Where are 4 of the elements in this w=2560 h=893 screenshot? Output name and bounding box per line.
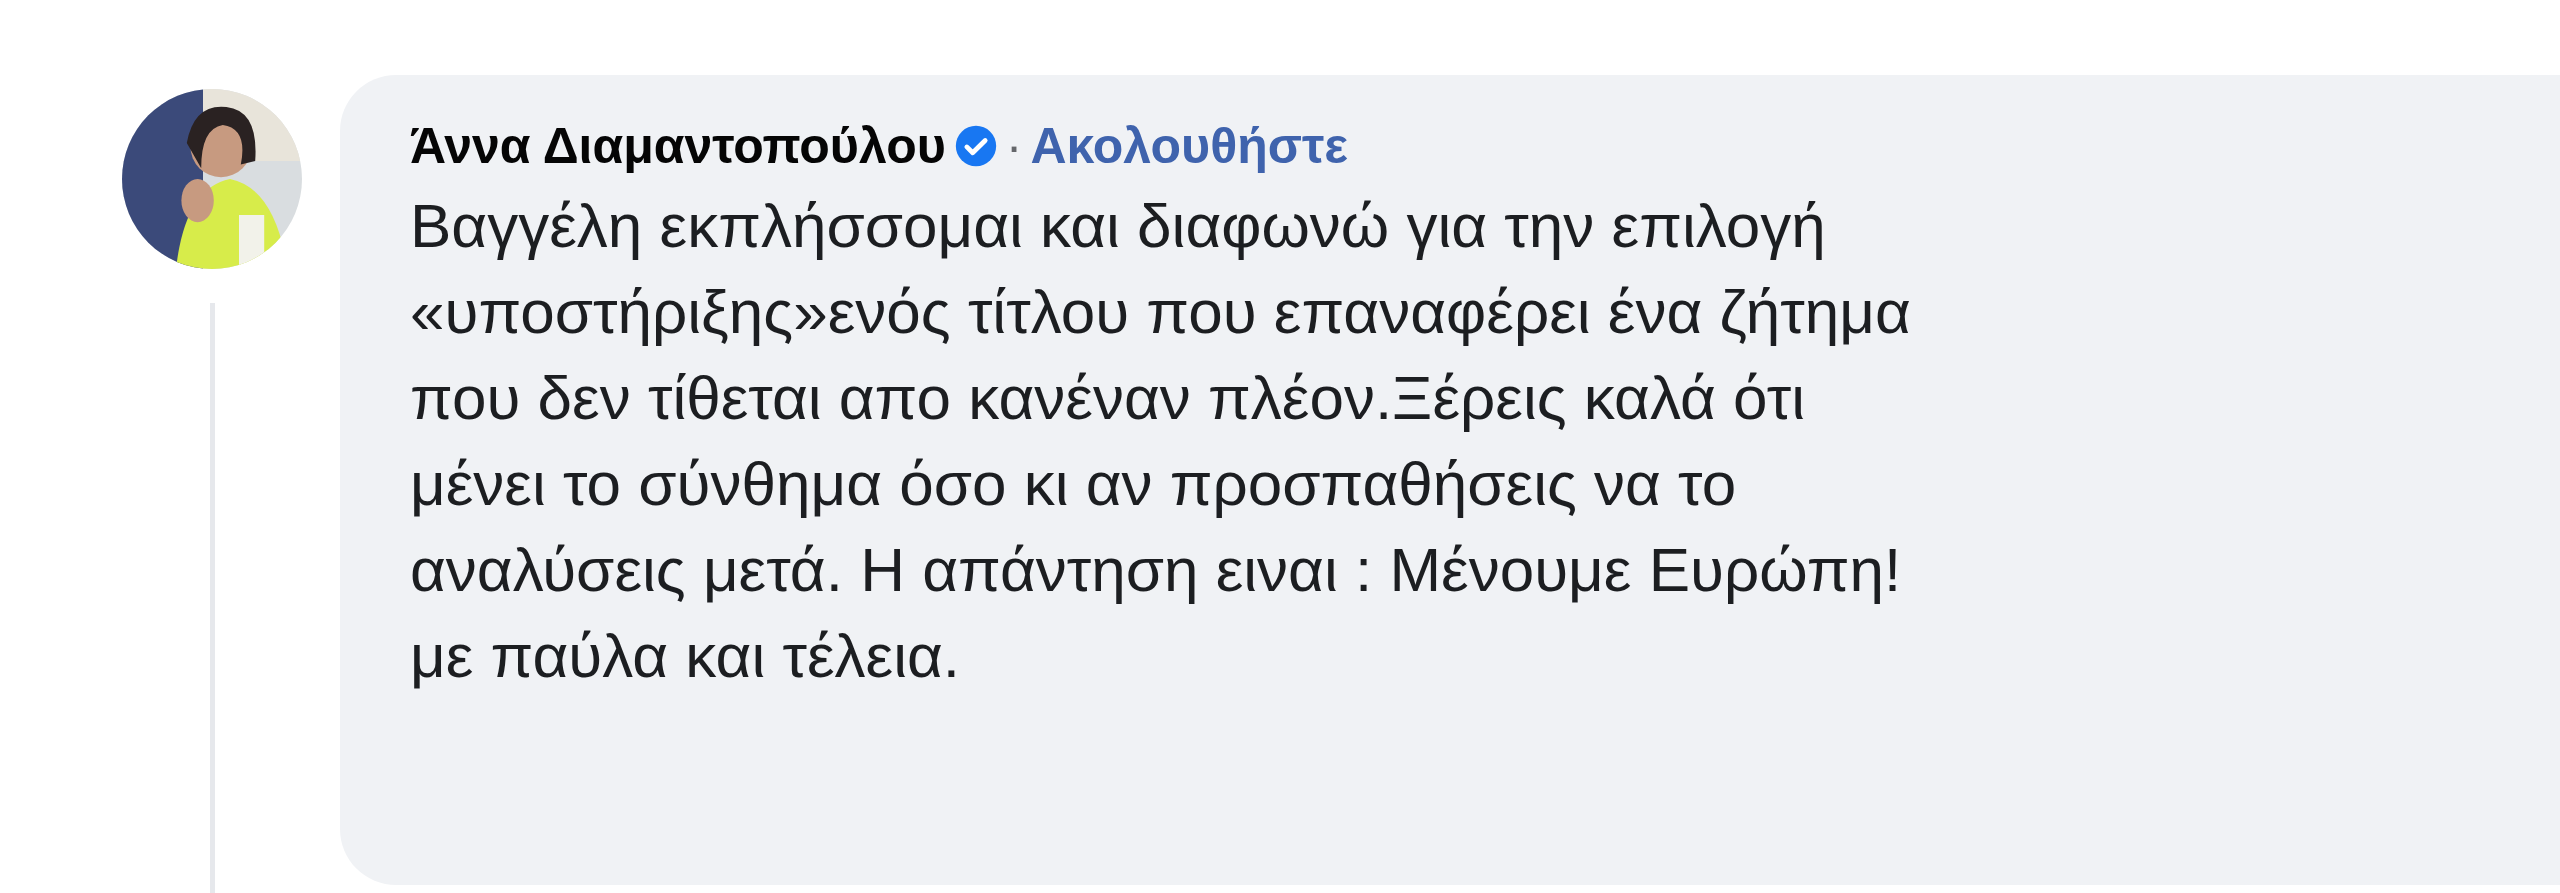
author-name[interactable]: Άννα Διαμαντοπούλου [410,115,946,177]
separator-dot: · [1005,117,1023,176]
comment-text: Βαγγέλη εκπλήσσομαι και διαφωνώ για την επιλογή «υποστήριξης»ενός τίτλου που επαναφέρει ένα ζήτημα που δεν τίθεται απο κανέναν πλέον.Ξέρεις καλά ότι μένει το σύνθημα όσο κι αν προσπαθήσεις να το αναλύσεις μετά. Η απάντηση ειναι : Μένουμε Ευρώπη! με παύλα και τέλεια. [410,190,1912,692]
follow-link[interactable]: Ακολουθήστε [1030,115,1348,177]
